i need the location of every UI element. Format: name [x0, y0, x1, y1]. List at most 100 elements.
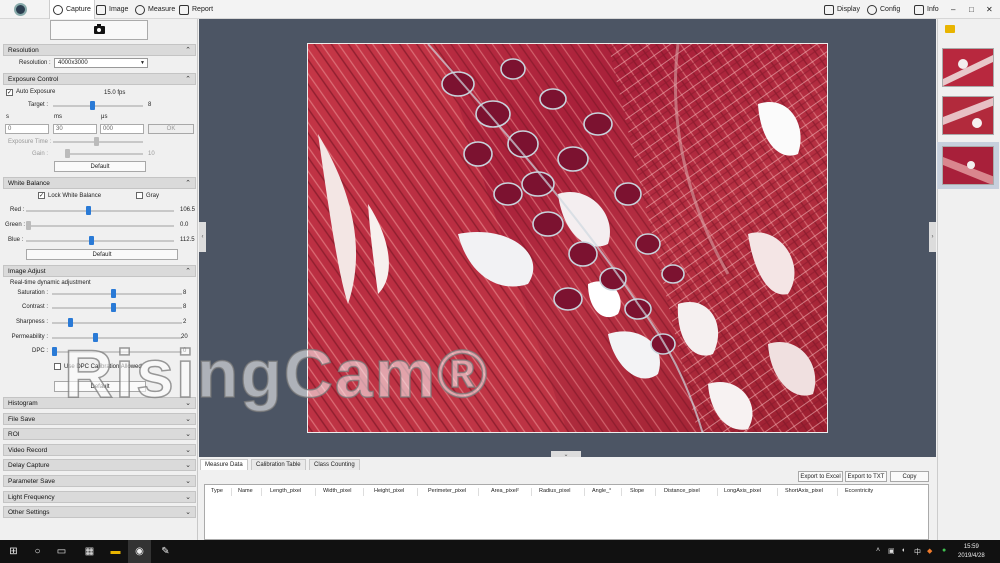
column-header[interactable]: LongAxis_pixel: [724, 488, 761, 494]
auto-exposure-label: Auto Exposure: [16, 89, 56, 95]
exposure-ms-input[interactable]: 30: [53, 124, 97, 134]
tab-image-label: Image: [109, 6, 129, 13]
volume-icon[interactable]: ◖: [901, 547, 905, 554]
blue-slider[interactable]: [26, 240, 174, 242]
tab-image[interactable]: Image: [93, 0, 131, 19]
red-slider-thumb[interactable]: [86, 206, 92, 215]
calculator-icon[interactable]: ▦: [78, 540, 101, 563]
tab-measure[interactable]: Measure: [132, 0, 178, 19]
column-header[interactable]: Width_pixel: [323, 488, 351, 494]
resolution-select[interactable]: 4000x3000 ▼: [54, 58, 148, 68]
section-video-record[interactable]: Video Record ⌄: [3, 444, 196, 456]
white-balance-default-button[interactable]: Default: [26, 249, 178, 260]
camera-app-icon[interactable]: ◉: [128, 540, 151, 563]
chevron-up-icon[interactable]: ˄: [876, 547, 880, 554]
section-parameter-save[interactable]: Parameter Save ⌄: [3, 475, 196, 487]
paint-app-icon[interactable]: ✎: [154, 540, 177, 563]
section-file-save[interactable]: File Save ⌄: [3, 413, 196, 425]
exposure-time-thumb[interactable]: [94, 137, 99, 146]
section-delay-capture[interactable]: Delay Capture ⌄: [3, 459, 196, 471]
task-view-icon[interactable]: ▭: [50, 540, 73, 563]
exposure-us-input[interactable]: 000: [100, 124, 144, 134]
saturation-slider-thumb[interactable]: [110, 289, 116, 298]
green-label: Green :: [5, 222, 26, 228]
thumbnail-picture: [943, 97, 993, 134]
tab-report[interactable]: Report: [176, 0, 216, 19]
collapse-left-arrow-icon[interactable]: ‹: [199, 222, 206, 252]
info-menu[interactable]: Info: [911, 0, 942, 19]
gain-slider-thumb[interactable]: [65, 149, 70, 158]
section-exposure[interactable]: Exposure Control ⌃: [3, 73, 196, 85]
report-icon: [179, 4, 189, 15]
system-clock[interactable]: 15:59 2019/4/28: [958, 543, 985, 561]
gray-checkbox[interactable]: [136, 192, 143, 199]
tab-measure-data[interactable]: Measure Data: [200, 459, 248, 470]
column-header[interactable]: Angle_°: [592, 488, 611, 494]
collapse-right-arrow-icon[interactable]: ›: [929, 222, 936, 252]
dpc-calibration-checkbox[interactable]: [54, 363, 61, 370]
contrast-slider-thumb[interactable]: [110, 303, 116, 312]
contrast-slider[interactable]: [52, 307, 182, 309]
column-header[interactable]: Radius_pixel: [539, 488, 571, 494]
red-slider[interactable]: [26, 210, 174, 212]
column-header[interactable]: Area_pixel²: [491, 488, 519, 494]
column-header[interactable]: Distance_pixel: [664, 488, 700, 494]
display-menu[interactable]: Display: [821, 0, 863, 19]
column-header[interactable]: Type: [211, 488, 223, 494]
folder-icon[interactable]: [945, 25, 955, 33]
green-slider[interactable]: [26, 225, 174, 227]
column-header[interactable]: Slope: [630, 488, 644, 494]
snapshot-button[interactable]: [50, 20, 148, 40]
resolution-label: Resolution :: [19, 60, 51, 66]
section-other-settings[interactable]: Other Settings ⌄: [3, 506, 196, 518]
config-menu[interactable]: Config: [864, 0, 903, 19]
target-slider[interactable]: [53, 105, 143, 107]
section-roi[interactable]: ROI ⌄: [3, 428, 196, 440]
blue-slider-thumb[interactable]: [88, 236, 94, 245]
saturation-slider[interactable]: [52, 293, 182, 295]
column-header[interactable]: Height_pixel: [374, 488, 404, 494]
export-excel-button[interactable]: Export to Excel: [798, 471, 843, 482]
dpc-slider-thumb[interactable]: [52, 347, 57, 356]
column-header[interactable]: Length_pixel: [270, 488, 301, 494]
network-icon[interactable]: ▣: [888, 547, 895, 555]
app-tray-icon[interactable]: ◆: [927, 547, 932, 555]
search-icon[interactable]: ○: [26, 540, 49, 563]
file-explorer-icon[interactable]: ▬: [104, 540, 127, 563]
export-txt-button[interactable]: Export to TXT: [845, 471, 887, 482]
auto-exposure-checkbox[interactable]: ✓: [6, 89, 13, 96]
exposure-default-button[interactable]: Default: [54, 161, 146, 172]
tab-calibration-table[interactable]: Calibration Table: [251, 459, 306, 470]
windows-start-icon[interactable]: ⊞: [2, 540, 25, 563]
info-icon: [914, 4, 924, 15]
section-white-balance[interactable]: White Balance ⌃: [3, 177, 196, 189]
tab-capture[interactable]: Capture: [49, 0, 95, 19]
section-image-adjust[interactable]: Image Adjust ⌃: [3, 265, 196, 277]
thumbnail-image[interactable]: [942, 48, 994, 87]
column-header[interactable]: Eccentricity: [845, 488, 873, 494]
column-header[interactable]: Perimeter_pixel: [428, 488, 466, 494]
copy-button[interactable]: Copy: [890, 471, 929, 482]
column-header[interactable]: ShortAxis_pixel: [785, 488, 823, 494]
minimize-button[interactable]: –: [948, 0, 958, 19]
exposure-seconds-input[interactable]: 0: [5, 124, 49, 134]
section-resolution[interactable]: Resolution ⌃: [3, 44, 196, 56]
chevron-up-icon: ⌃: [185, 268, 191, 275]
lock-white-balance-checkbox[interactable]: ✓: [38, 192, 45, 199]
green-slider-thumb[interactable]: [26, 221, 31, 230]
target-slider-thumb[interactable]: [89, 101, 95, 110]
close-button[interactable]: ✕: [983, 0, 996, 19]
ime-indicator[interactable]: 中: [914, 547, 921, 557]
column-header[interactable]: Name: [238, 488, 253, 494]
tab-class-counting[interactable]: Class Counting: [309, 459, 360, 470]
security-tray-icon[interactable]: ●: [942, 547, 946, 554]
section-light-frequency[interactable]: Light Frequency ⌄: [3, 491, 196, 503]
section-title: Light Frequency: [8, 493, 55, 501]
sharpness-slider-thumb[interactable]: [68, 318, 74, 327]
measure-data-table[interactable]: Type Name Length_pixel Width_pixel Heigh…: [204, 484, 929, 540]
thumbnail-image-selected[interactable]: [942, 146, 994, 185]
gain-slider[interactable]: [65, 153, 143, 155]
maximize-button[interactable]: □: [966, 0, 977, 19]
exposure-ok-button[interactable]: OK: [148, 124, 194, 134]
thumbnail-image[interactable]: [942, 96, 994, 135]
